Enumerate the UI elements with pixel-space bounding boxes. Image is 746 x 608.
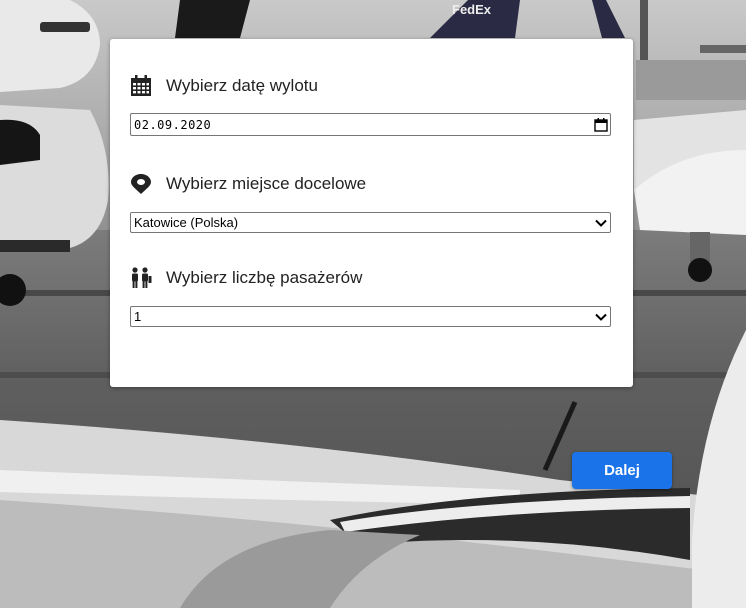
passengers-label: Wybierz liczbę pasażerów <box>166 268 363 287</box>
departure-date-label: Wybierz datę wylotu <box>166 76 318 95</box>
destination-value: Katowice (Polska) <box>134 215 239 230</box>
departure-date-value: 02.09.2020 <box>134 117 212 132</box>
next-button[interactable]: Dalej <box>572 452 672 489</box>
fedex-watermark: FedEx <box>452 2 492 17</box>
destination-heading: Wybierz miejsce docelowe <box>130 173 366 195</box>
location-pin-icon <box>130 173 152 195</box>
passengers-icon <box>130 267 152 289</box>
calendar-icon <box>130 75 152 97</box>
destination-label: Wybierz miejsce docelowe <box>166 174 367 193</box>
departure-date-heading: Wybierz datę wylotu <box>130 75 318 97</box>
passengers-heading: Wybierz liczbę pasażerów <box>130 267 362 289</box>
flight-search-panel: Wybierz datę wylotu 02.09.2020 Wybierz m… <box>110 39 633 387</box>
passengers-select[interactable]: 1 <box>130 306 611 327</box>
chevron-down-icon[interactable] <box>592 213 610 232</box>
departure-date-input[interactable]: 02.09.2020 <box>130 113 611 136</box>
destination-select[interactable]: Katowice (Polska) <box>130 212 611 233</box>
date-picker-icon[interactable] <box>592 115 610 134</box>
chevron-down-icon[interactable] <box>592 307 610 326</box>
passengers-value: 1 <box>134 309 142 324</box>
